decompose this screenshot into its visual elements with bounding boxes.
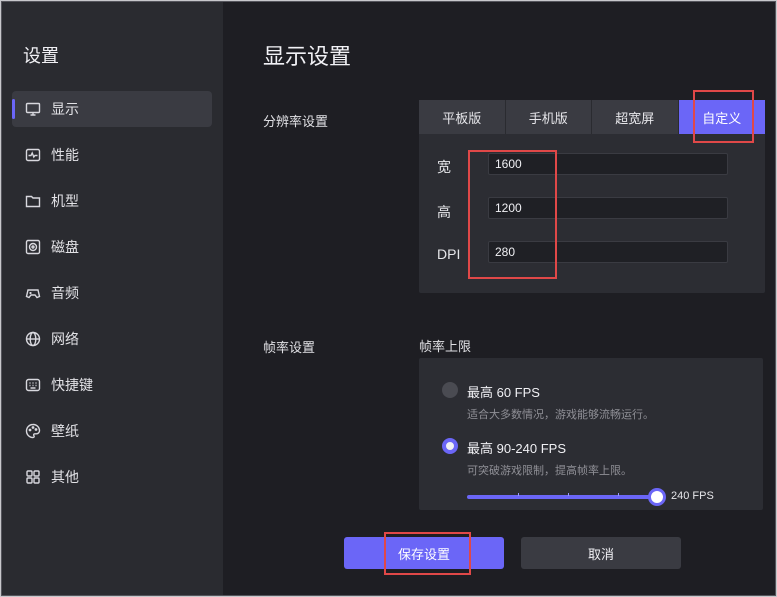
globe-icon: [24, 330, 42, 348]
sidebar-item-model[interactable]: 机型: [12, 183, 212, 219]
sidebar-item-label: 显示: [51, 101, 79, 117]
framerate-sub-label: 帧率上限: [419, 339, 472, 354]
keyboard-icon: [24, 376, 42, 394]
height-input[interactable]: 1200: [488, 197, 728, 219]
settings-window: 设置 显示 性能 机型 磁盘 音频 网络 快捷键 壁纸 其他 显示设置 分辨率设…: [1, 1, 776, 596]
height-label: 高: [437, 204, 451, 220]
sidebar-item-label: 其他: [51, 469, 79, 485]
sidebar-item-label: 机型: [51, 193, 79, 209]
pulse-icon: [24, 146, 42, 164]
sidebar: 设置 显示 性能 机型 磁盘 音频 网络 快捷键 壁纸 其他: [2, 2, 223, 595]
grid-icon: [24, 468, 42, 486]
sidebar-item-disk[interactable]: 磁盘: [12, 229, 212, 265]
radio-60fps[interactable]: [442, 382, 458, 398]
page-title: 显示设置: [263, 44, 352, 69]
width-label: 宽: [437, 159, 451, 175]
tab-tablet[interactable]: 平板版: [419, 100, 506, 134]
sidebar-item-network[interactable]: 网络: [12, 321, 212, 357]
folder-icon: [24, 192, 42, 210]
width-input[interactable]: 1600: [488, 153, 728, 175]
dpi-input[interactable]: 280: [488, 241, 728, 263]
sidebar-item-label: 壁纸: [51, 423, 79, 439]
main-content: 显示设置 分辨率设置 平板版 手机版 超宽屏 自定义 宽 1600 高 1200…: [223, 2, 775, 595]
sidebar-title: 设置: [23, 46, 59, 66]
sidebar-item-wallpaper[interactable]: 壁纸: [12, 413, 212, 449]
option-60fps-title: 最高 60 FPS: [467, 385, 540, 400]
slider-tick: [618, 493, 619, 496]
framerate-label: 帧率设置: [263, 340, 316, 355]
slider-tick: [518, 493, 519, 496]
fps-slider-thumb[interactable]: [648, 488, 666, 506]
sidebar-item-hotkeys[interactable]: 快捷键: [12, 367, 212, 403]
framerate-panel: 最高 60 FPS 适合大多数情况，游戏能够流畅运行。 最高 90-240 FP…: [419, 358, 763, 510]
option-240fps-desc: 可突破游戏限制，提高帧率上限。: [467, 465, 632, 477]
sidebar-item-label: 音频: [51, 285, 79, 301]
sidebar-item-label: 网络: [51, 331, 79, 347]
fps-slider-value: 240 FPS: [671, 490, 714, 502]
tab-ultrawide[interactable]: 超宽屏: [592, 100, 679, 134]
sidebar-item-label: 磁盘: [51, 239, 79, 255]
sidebar-item-performance[interactable]: 性能: [12, 137, 212, 173]
resolution-panel: 平板版 手机版 超宽屏 自定义 宽 1600 高 1200 DPI 280: [419, 100, 765, 293]
resolution-tabs: 平板版 手机版 超宽屏 自定义: [419, 100, 765, 134]
dpi-label: DPI: [437, 246, 461, 262]
slider-tick: [568, 493, 569, 496]
save-button[interactable]: 保存设置: [344, 537, 504, 569]
disk-icon: [24, 238, 42, 256]
tab-phone[interactable]: 手机版: [505, 100, 592, 134]
sidebar-item-display[interactable]: 显示: [12, 91, 212, 127]
sidebar-item-label: 快捷键: [51, 377, 93, 393]
tab-custom[interactable]: 自定义: [678, 100, 765, 134]
gamepad-icon: [24, 284, 42, 302]
fps-slider-track[interactable]: [467, 495, 657, 499]
cancel-button[interactable]: 取消: [521, 537, 681, 569]
sidebar-item-label: 性能: [51, 147, 79, 163]
palette-icon: [24, 422, 42, 440]
sidebar-item-other[interactable]: 其他: [12, 459, 212, 495]
sidebar-item-audio[interactable]: 音频: [12, 275, 212, 311]
monitor-icon: [24, 100, 42, 118]
option-60fps-desc: 适合大多数情况，游戏能够流畅运行。: [467, 409, 654, 421]
radio-240fps[interactable]: [442, 438, 458, 454]
option-240fps-title: 最高 90-240 FPS: [467, 441, 566, 456]
resolution-label: 分辨率设置: [263, 114, 329, 129]
